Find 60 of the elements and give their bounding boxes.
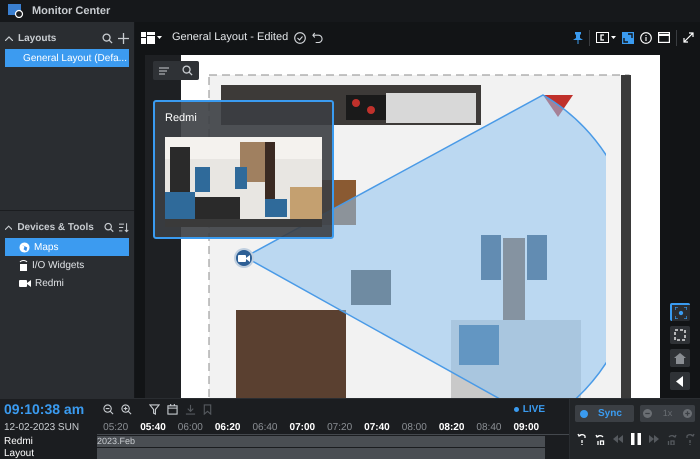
window-icon[interactable]: [658, 32, 670, 43]
map-control-button[interactable]: [670, 372, 690, 390]
info-icon[interactable]: [640, 32, 652, 44]
time-tick: 08:20: [438, 421, 466, 434]
rewind-ten-icon[interactable]: [595, 433, 605, 445]
home-icon: [674, 352, 686, 364]
add-icon[interactable]: [118, 32, 129, 44]
time-tick: 07:40: [363, 421, 391, 434]
calendar-icon[interactable]: [167, 404, 178, 415]
time-tick: 06:00: [176, 421, 204, 434]
section-title[interactable]: Layouts: [18, 30, 56, 46]
time-tick: 06:40: [251, 421, 278, 434]
zoom-out-icon[interactable]: [103, 404, 114, 415]
window-title: Monitor Center: [32, 4, 110, 19]
time-tick: 09:00: [512, 421, 540, 434]
app-logo-icon: [8, 4, 24, 18]
pin-icon[interactable]: [573, 32, 583, 44]
filter-icon[interactable]: [149, 404, 160, 415]
globe-icon: [19, 242, 30, 252]
map-control-button[interactable]: [670, 326, 690, 344]
selection-icon: [674, 329, 686, 341]
undo-icon[interactable]: [312, 32, 324, 43]
zoom-in-icon[interactable]: [121, 404, 132, 415]
search-icon[interactable]: [104, 222, 114, 232]
sync-button[interactable]: Sync: [575, 405, 634, 422]
list-icon[interactable]: [159, 66, 170, 74]
caret-icon: [157, 36, 162, 39]
focus-icon: [675, 307, 687, 319]
recording-label: 2023.Feb: [97, 436, 136, 447]
collapse-chevron-icon[interactable]: [5, 36, 13, 40]
time-tick: 08:40: [475, 421, 502, 434]
live-indicator[interactable]: LIVE: [514, 402, 545, 417]
section-title[interactable]: Devices & Tools: [17, 220, 94, 234]
caret-icon: [676, 376, 684, 386]
caret-icon: [611, 36, 616, 39]
download-icon[interactable]: [185, 404, 196, 415]
current-time: 09:10:38 am: [4, 400, 86, 419]
time-tick: 07:20: [326, 421, 354, 434]
time-tick: 08:00: [400, 421, 428, 434]
widget-icon: [19, 259, 28, 271]
fullscreen-icon[interactable]: [683, 32, 694, 43]
pause-icon[interactable]: [631, 433, 641, 445]
bookmark-icon[interactable]: [203, 404, 212, 415]
layout-menu-button[interactable]: [141, 32, 162, 44]
sidebar-item[interactable]: Redmi: [5, 274, 129, 292]
time-tick: 05:40: [139, 421, 167, 434]
time-tick: 06:20: [214, 421, 242, 434]
check-icon[interactable]: [294, 32, 306, 44]
collapse-chevron-icon[interactable]: [5, 224, 12, 230]
camera-icon: [19, 278, 31, 288]
fit-icon[interactable]: [622, 32, 634, 44]
time-tick: 07:00: [288, 421, 316, 434]
time-tick: 05:20: [102, 421, 130, 434]
jump-back-icon[interactable]: [577, 433, 587, 445]
layout-title: General Layout - Edited: [172, 30, 288, 46]
sort-icon[interactable]: [118, 222, 129, 232]
search-icon[interactable]: [102, 32, 113, 44]
sidebar-item[interactable]: I/O Widgets: [5, 256, 129, 274]
current-date: 12-02-2023 SUN: [3, 421, 80, 435]
camera-label-menu-button[interactable]: [596, 32, 616, 43]
